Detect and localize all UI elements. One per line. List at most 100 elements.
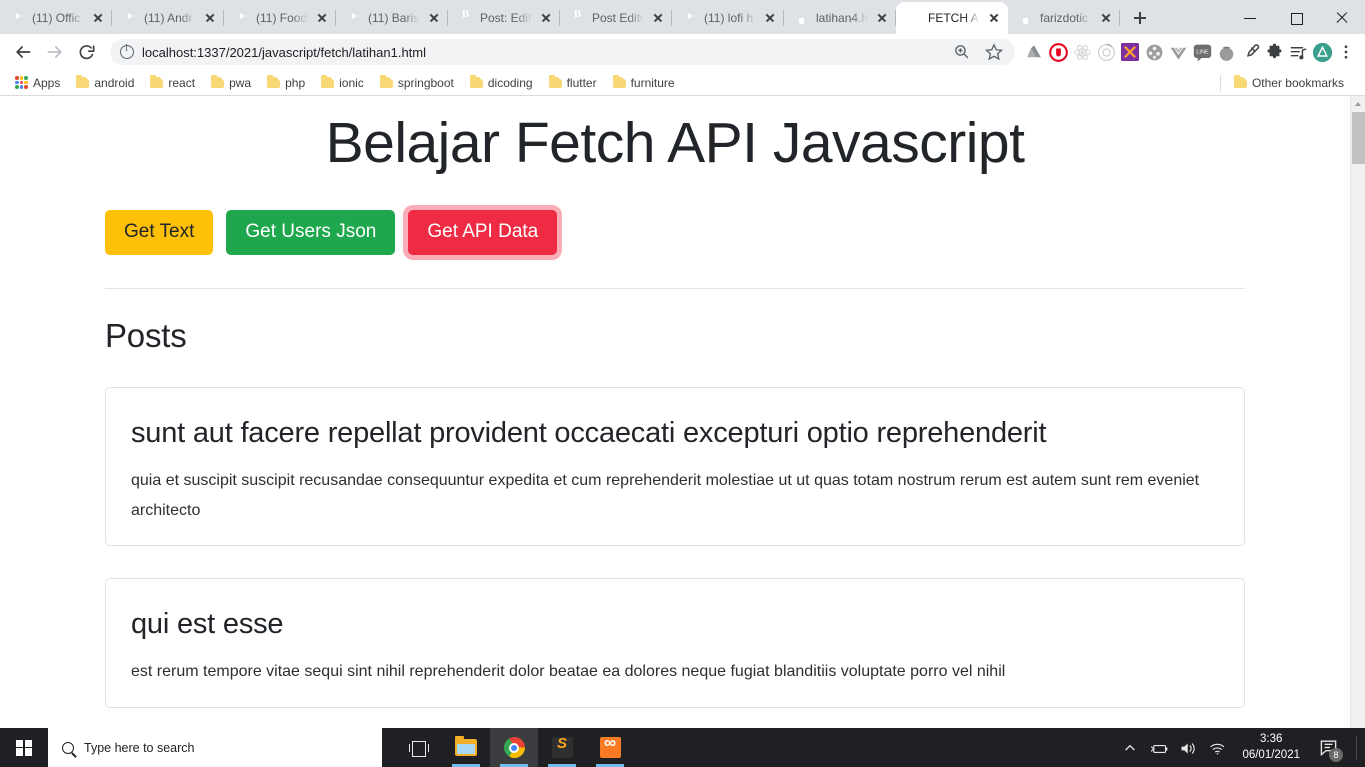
bookmark-label: springboot xyxy=(397,75,454,90)
maximize-button[interactable] xyxy=(1273,2,1319,34)
colorpicker-icon[interactable] xyxy=(1239,41,1261,63)
browser-window: (11) Offic (11) Andr (11) Food (11) Bari… xyxy=(0,0,1365,728)
taskbar-file-explorer[interactable] xyxy=(442,728,490,767)
bookmark-springboot[interactable]: springboot xyxy=(373,73,461,93)
github-icon xyxy=(794,10,810,26)
notification-center-icon[interactable]: 8 xyxy=(1319,738,1343,762)
volume-icon[interactable] xyxy=(1180,740,1196,756)
playlist-icon[interactable] xyxy=(1287,41,1309,63)
profile-avatar[interactable] xyxy=(1311,41,1333,63)
bookmark-furniture[interactable]: furniture xyxy=(606,73,682,93)
tomato-timer-icon[interactable] xyxy=(1215,41,1237,63)
bookmark-pwa[interactable]: pwa xyxy=(204,73,258,93)
tab-close-icon[interactable] xyxy=(90,10,106,26)
post-body: quia et suscipit suscipit recusandae con… xyxy=(131,472,1200,519)
tab-close-icon[interactable] xyxy=(986,10,1002,26)
lighthouse-icon[interactable] xyxy=(1095,41,1117,63)
tab-title: (11) Baris xyxy=(368,11,420,25)
folder-icon xyxy=(1233,75,1247,88)
line-icon[interactable]: LINE xyxy=(1191,41,1213,63)
network-wifi-icon[interactable] xyxy=(1209,740,1225,756)
xmind-icon[interactable] xyxy=(1119,41,1141,63)
site-info-icon[interactable] xyxy=(120,43,134,59)
show-hidden-icons-chevron-icon[interactable] xyxy=(1122,740,1138,756)
video-download-icon[interactable] xyxy=(1143,41,1165,63)
puzzle-icon[interactable] xyxy=(1263,41,1285,63)
tab-close-icon[interactable] xyxy=(650,10,666,26)
taskbar-sublime-text[interactable] xyxy=(538,728,586,767)
show-desktop-divider[interactable] xyxy=(1356,735,1357,760)
taskbar-search-box[interactable]: Type here to search xyxy=(48,728,382,767)
taskbar-clock[interactable]: 3:36 06/01/2021 xyxy=(1238,732,1304,763)
adblock-icon[interactable] xyxy=(1047,41,1069,63)
bookmark-other[interactable]: Other bookmarks xyxy=(1227,73,1351,93)
drive-icon[interactable] xyxy=(1023,41,1045,63)
tab-5[interactable]: Post Edito xyxy=(560,2,672,34)
tab-close-icon[interactable] xyxy=(874,10,890,26)
forward-button[interactable] xyxy=(40,37,70,67)
battery-icon[interactable] xyxy=(1151,740,1168,756)
folder-icon xyxy=(267,75,281,88)
bookmark-php[interactable]: php xyxy=(260,73,312,93)
minimize-button[interactable] xyxy=(1227,2,1273,34)
bookmark-label: Other bookmarks xyxy=(1251,75,1344,90)
get-api-data-button[interactable]: Get API Data xyxy=(408,210,558,255)
tab-title: FETCH AP xyxy=(928,11,980,25)
start-button[interactable] xyxy=(0,728,48,767)
address-bar[interactable]: localhost:1337/2021/javascript/fetch/lat… xyxy=(110,39,1015,65)
task-view-button[interactable] xyxy=(394,728,442,767)
tab-4[interactable]: Post: Edit xyxy=(448,2,560,34)
windows-taskbar: Type here to search S ∞ 3:36 06/01/2021 … xyxy=(0,728,1365,767)
tab-2[interactable]: (11) Food xyxy=(224,2,336,34)
bookmark-android[interactable]: android xyxy=(69,73,141,93)
tab-close-icon[interactable] xyxy=(762,10,778,26)
post-card: sunt aut facere repellat provident occae… xyxy=(105,386,1245,547)
bookmark-apps[interactable]: Apps xyxy=(8,73,67,93)
bookmark-label: android xyxy=(94,75,135,90)
tab-close-icon[interactable] xyxy=(538,10,554,26)
back-button[interactable] xyxy=(8,37,38,67)
scrollbar-up-arrow-icon[interactable] xyxy=(1351,96,1365,110)
tab-close-icon[interactable] xyxy=(426,10,442,26)
post-body: est rerum tempore vitae sequi sint nihil… xyxy=(131,663,1006,681)
scrollbar-thumb[interactable] xyxy=(1352,112,1365,164)
tab-close-icon[interactable] xyxy=(1098,10,1114,26)
page-scrollbar[interactable] xyxy=(1350,96,1365,728)
tab-3[interactable]: (11) Baris xyxy=(336,2,448,34)
tab-6[interactable]: (11) lofi h xyxy=(672,2,784,34)
clock-time: 3:36 xyxy=(1260,732,1283,745)
get-text-button[interactable]: Get Text xyxy=(105,210,214,255)
get-users-json-button[interactable]: Get Users Json xyxy=(226,210,396,255)
bookmark-dicoding[interactable]: dicoding xyxy=(463,73,540,93)
bookmark-ionic[interactable]: ionic xyxy=(314,73,371,93)
bookmark-react[interactable]: react xyxy=(143,73,202,93)
zoom-icon[interactable] xyxy=(951,41,973,63)
bookmark-star-icon[interactable] xyxy=(983,41,1005,63)
folder-icon xyxy=(612,75,626,88)
search-icon xyxy=(62,741,74,754)
tab-title: Post Edito xyxy=(592,11,644,25)
close-window-button[interactable] xyxy=(1319,2,1365,34)
vue-devtools-icon[interactable] xyxy=(1167,41,1189,63)
youtube-icon xyxy=(682,10,698,26)
tab-close-icon[interactable] xyxy=(202,10,218,26)
bookmark-label: Apps xyxy=(33,75,61,90)
taskbar-chrome[interactable] xyxy=(490,728,538,767)
taskbar-app-icons xyxy=(394,728,634,767)
sublime-text-icon xyxy=(551,735,573,758)
xampp-icon xyxy=(599,733,621,758)
reload-button[interactable] xyxy=(72,37,102,67)
tab-9[interactable]: farizdotic xyxy=(1008,2,1120,34)
tab-8-active[interactable]: FETCH AP xyxy=(896,2,1008,34)
new-tab-button[interactable] xyxy=(1126,4,1154,32)
tab-close-icon[interactable] xyxy=(314,10,330,26)
system-tray: 3:36 06/01/2021 8 xyxy=(1122,732,1365,763)
react-devtools-icon[interactable] xyxy=(1071,41,1093,63)
bookmark-flutter[interactable]: flutter xyxy=(542,73,604,93)
taskbar-xampp[interactable] xyxy=(586,728,634,767)
tab-1[interactable]: (11) Andr xyxy=(112,2,224,34)
chrome-menu-icon[interactable] xyxy=(1335,41,1357,63)
tab-0[interactable]: (11) Offic xyxy=(0,2,112,34)
tab-7[interactable]: latihan4.h xyxy=(784,2,896,34)
youtube-icon xyxy=(10,10,26,26)
